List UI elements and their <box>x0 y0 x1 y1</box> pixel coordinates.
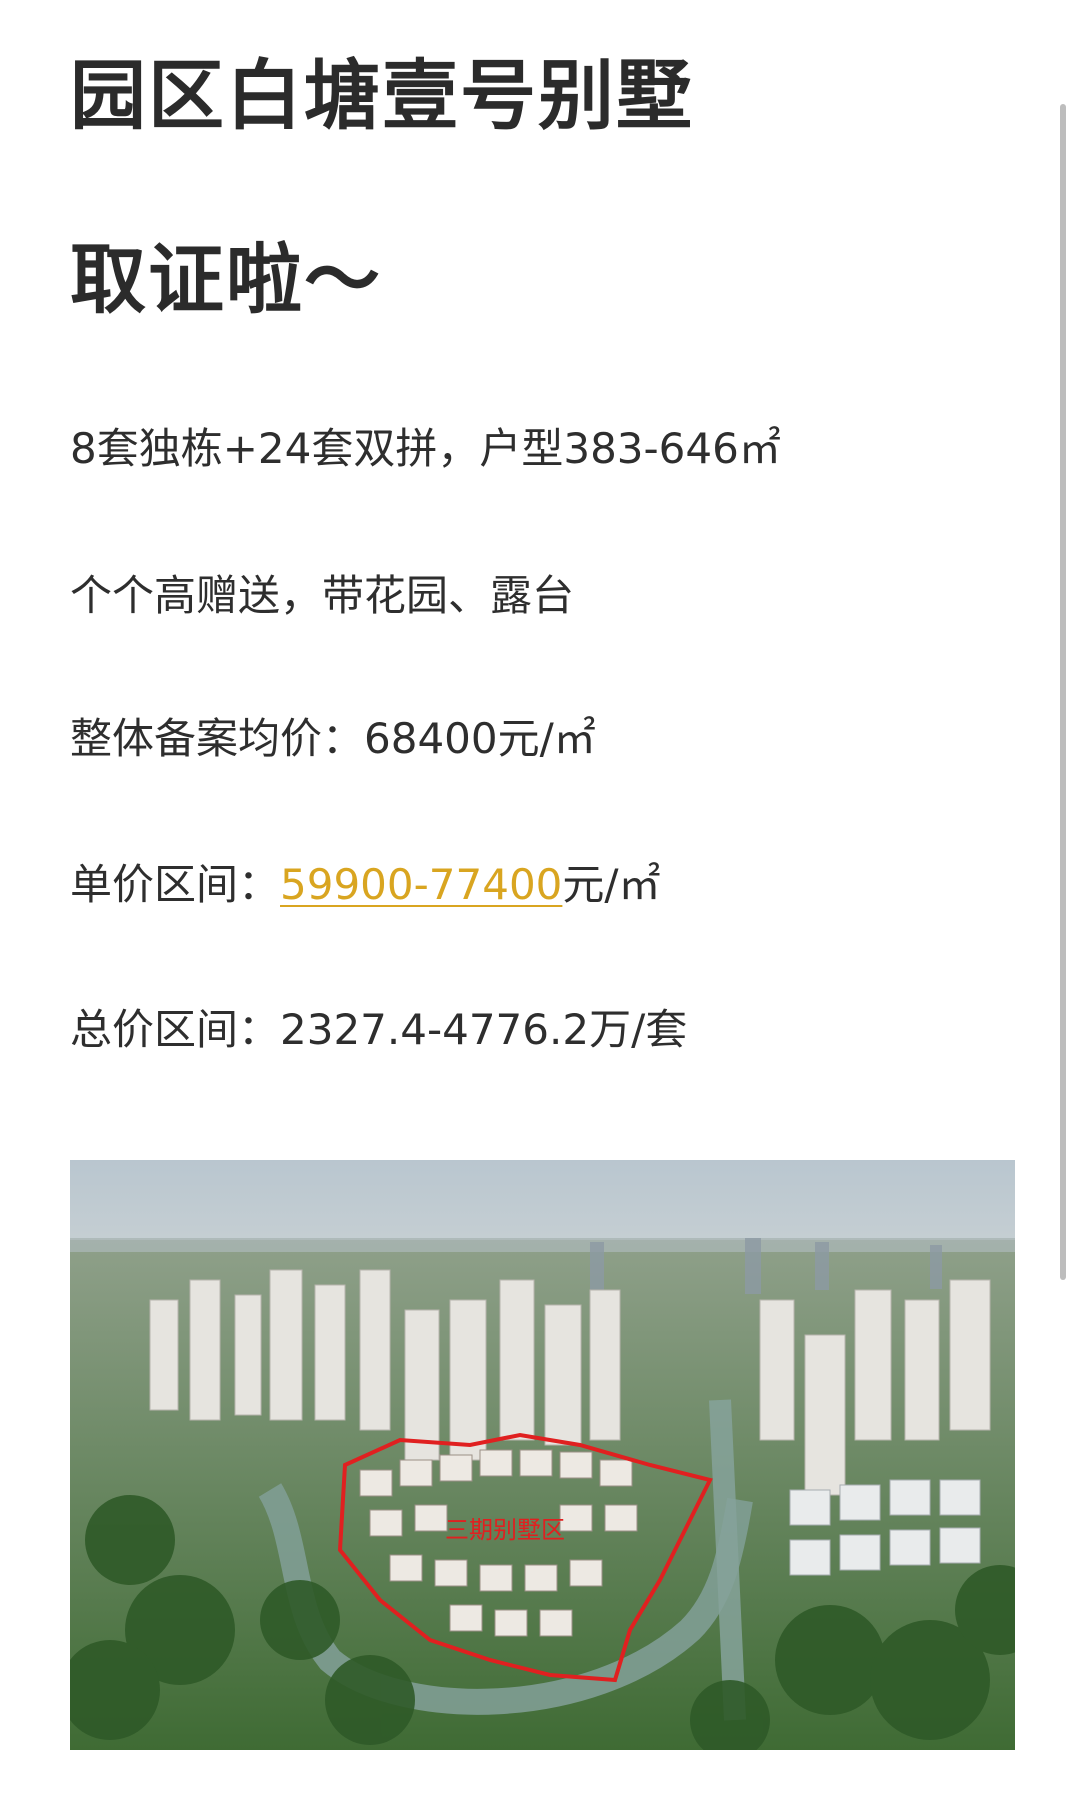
article-title-line-1: 园区白塘壹号别墅 <box>70 51 694 140</box>
article-page: 园区白塘壹号别墅 取证啦～ 8套独栋+24套双拼，户型383-646㎡ 个个高赠… <box>0 0 1080 1815</box>
site-label: 三期别墅区 <box>445 1516 565 1544</box>
unit-mix-paragraph: 8套独栋+24套双拼，户型383-646㎡ <box>70 424 781 473</box>
aerial-photo[interactable]: 三期别墅区 <box>70 1160 1015 1750</box>
unit-price-label: 单价区间： <box>70 860 281 909</box>
total-price-range-paragraph: 总价区间：2327.4-4776.2万/套 <box>70 1005 688 1054</box>
unit-price-unit: 元/㎡ <box>562 860 661 909</box>
unit-price-range-link[interactable]: 59900-77400 <box>280 860 562 909</box>
scrollbar[interactable] <box>1060 104 1066 1280</box>
average-price-paragraph: 整体备案均价：68400元/㎡ <box>70 714 596 763</box>
article-title-line-2: 取证啦～ <box>70 235 382 324</box>
features-paragraph: 个个高赠送，带花园、露台 <box>70 571 575 620</box>
unit-price-range-paragraph: 单价区间：59900-77400元/㎡ <box>70 864 661 906</box>
